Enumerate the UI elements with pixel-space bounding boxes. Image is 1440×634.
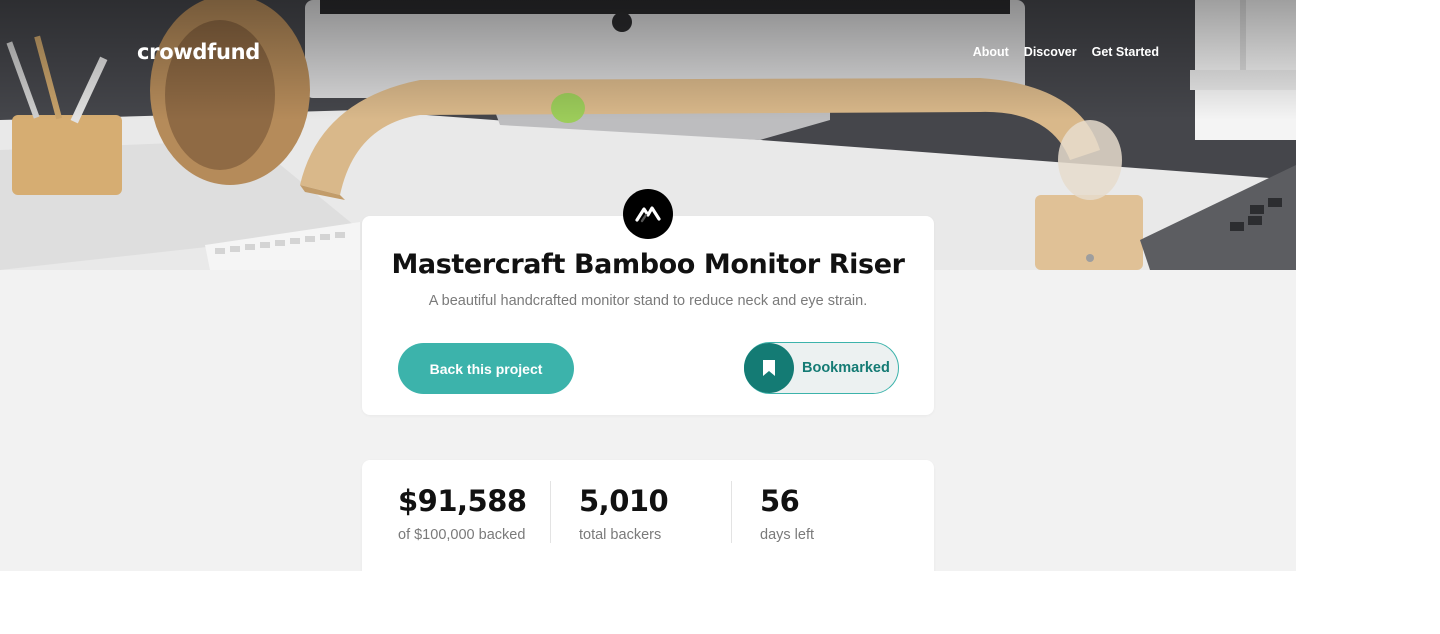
nav-discover[interactable]: Discover — [1024, 45, 1077, 59]
stat-divider — [550, 481, 551, 543]
stat-backed-label: of $100,000 backed — [398, 527, 526, 543]
project-title: Mastercraft Bamboo Monitor Riser — [391, 249, 905, 280]
project-description: A beautiful handcrafted monitor stand to… — [428, 293, 868, 309]
stat-backed: $91,588 of $100,000 backed — [398, 484, 527, 543]
stat-divider — [731, 481, 732, 543]
bookmark-label: Bookmarked — [802, 360, 890, 376]
stat-days-value: 56 — [760, 484, 800, 518]
bookmark-icon — [744, 343, 794, 393]
stats-card: $91,588 of $100,000 backed 5,010 total b… — [362, 460, 934, 571]
stat-backers: 5,010 total backers — [579, 484, 669, 543]
main-nav: About Discover Get Started — [973, 45, 1159, 59]
nav-about[interactable]: About — [973, 45, 1009, 59]
page: crowdfund About Discover Get Started Mas… — [0, 0, 1296, 571]
stat-days-label: days left — [760, 527, 814, 543]
stat-days: 56 days left — [760, 484, 814, 543]
stat-backers-value: 5,010 — [579, 484, 669, 518]
stat-backers-label: total backers — [579, 527, 662, 543]
site-logo[interactable]: crowdfund — [137, 40, 260, 64]
bookmark-button[interactable]: Bookmarked — [744, 342, 899, 394]
nav-get-started[interactable]: Get Started — [1092, 45, 1159, 59]
mastercraft-logo-icon — [623, 189, 673, 239]
project-intro-card: Mastercraft Bamboo Monitor Riser A beaut… — [362, 216, 934, 415]
stat-backed-value: $91,588 — [398, 484, 527, 518]
back-project-button[interactable]: Back this project — [398, 343, 574, 394]
